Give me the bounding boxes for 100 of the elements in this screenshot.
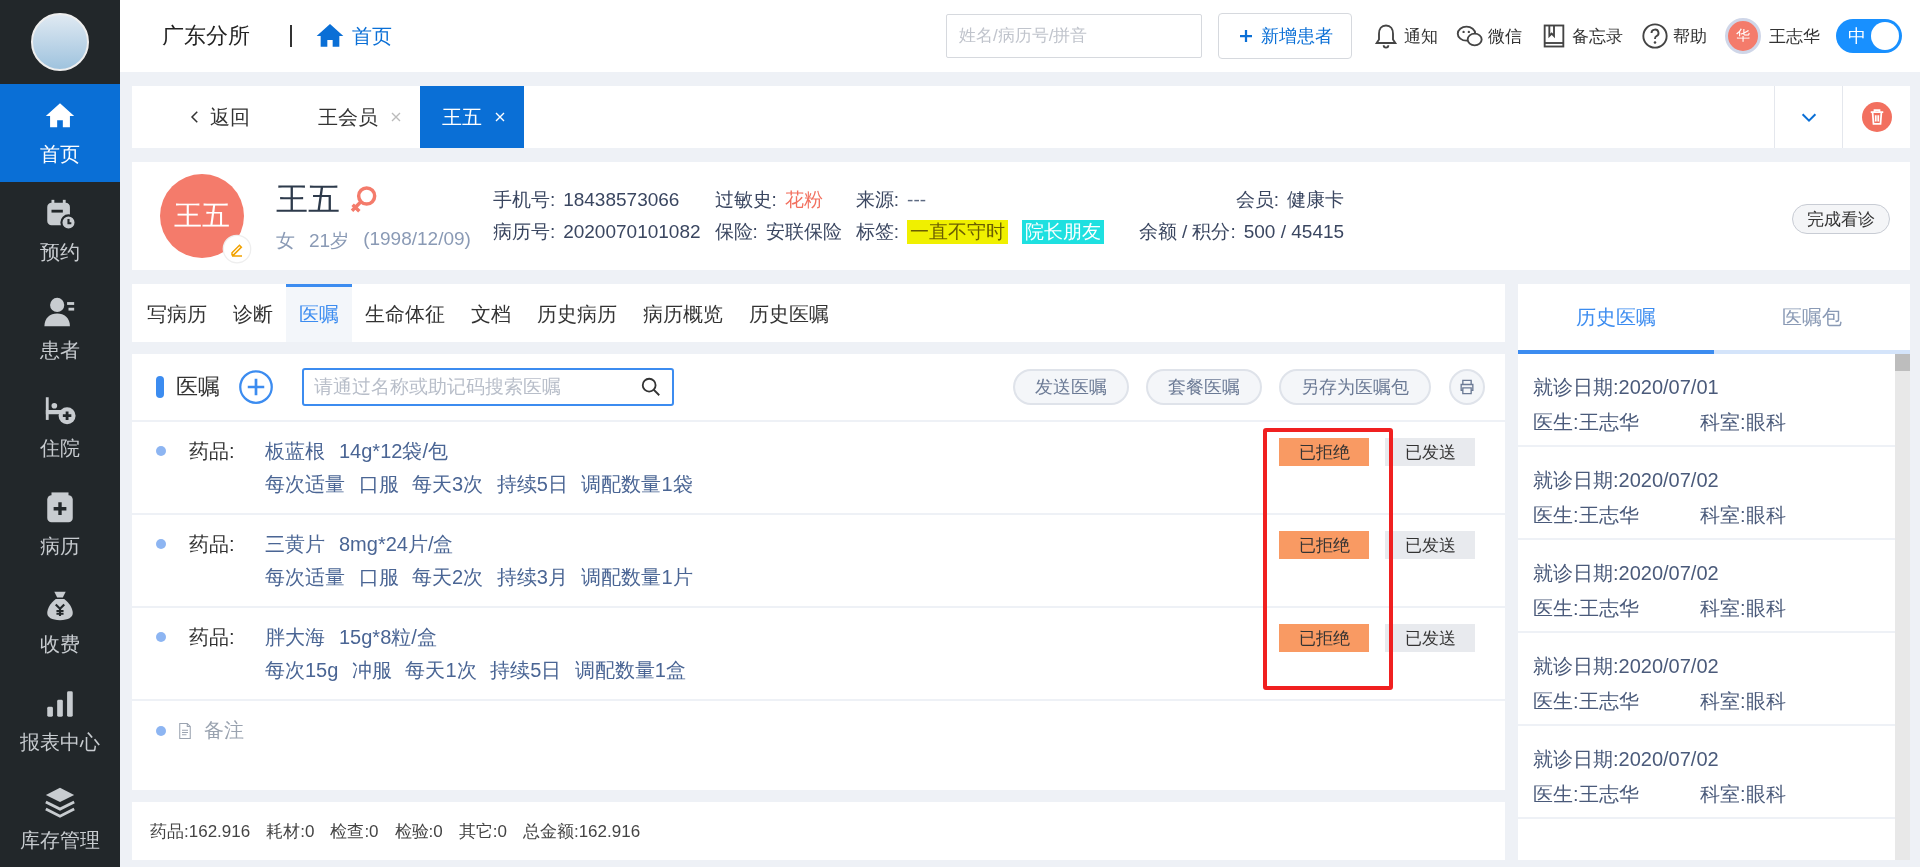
toolbar-button[interactable]: 发送医嘱	[1013, 369, 1129, 405]
field-value: 安联保险	[765, 220, 842, 244]
item-type: 药品:	[189, 625, 236, 650]
visit-date: 就诊日期:2020/07/02	[1533, 468, 1720, 493]
search-icon	[640, 376, 662, 398]
section-marker	[156, 376, 164, 398]
patient-tab[interactable]: 王五	[420, 86, 524, 148]
nav-item[interactable]: 首页	[0, 84, 120, 182]
back-link[interactable]: 返回	[132, 86, 290, 148]
user-name: 王志华	[1769, 25, 1820, 48]
visit-date: 就诊日期:2020/07/02	[1533, 561, 1720, 586]
doctor-name: 医生:王志华	[1533, 596, 1640, 621]
toolbar-button[interactable]: 另存为医嘱包	[1279, 369, 1431, 405]
order-search-field[interactable]: 请通过名称或助记码搜索医嘱	[302, 368, 674, 406]
add-circle-icon	[238, 369, 274, 405]
drug-name: 三黄片	[265, 532, 325, 557]
field-value: ---	[907, 189, 927, 211]
usage-text: 每次15g 冲服 每天1次 持续5日 调配数量1盒	[265, 658, 687, 683]
department-name: 科室:眼科	[1700, 782, 1786, 807]
bullet-dot	[156, 725, 166, 736]
nav-item[interactable]: 预约	[0, 182, 120, 280]
drug-spec: 15g*8粒/盒	[339, 625, 437, 650]
total-text: 总金额:162.916	[522, 820, 641, 843]
record-tab[interactable]: 生命体征	[352, 284, 458, 342]
nav-item[interactable]: 住院	[0, 378, 120, 476]
field-value: 花粉	[784, 188, 823, 212]
help-icon	[1641, 22, 1669, 50]
doctor-name: 医生:王志华	[1533, 782, 1640, 807]
status-badge: 已拒绝	[1279, 438, 1369, 466]
field-label: 病历号:	[492, 220, 556, 244]
patient-name: 王五	[276, 180, 340, 219]
department-name: 科室:眼科	[1700, 689, 1786, 714]
total-text: 检验:0	[394, 820, 443, 843]
item-type: 药品:	[189, 439, 236, 464]
section-title: 医嘱	[176, 373, 220, 401]
department-name: 科室:眼科	[1700, 410, 1786, 435]
toolbar-link[interactable]: 通知	[1372, 22, 1438, 50]
department-name: 科室:眼科	[1700, 503, 1786, 528]
field-value: 500 / 45415	[1243, 221, 1345, 243]
record-tab[interactable]: 病历概览	[630, 284, 736, 342]
total-text: 药品:162.916	[150, 820, 251, 843]
clinic-name: 广东分所	[162, 22, 250, 50]
drug-spec: 8mg*24片/盒	[339, 532, 454, 557]
trash-icon	[1861, 102, 1892, 132]
nav-item[interactable]: 报表中心	[0, 672, 120, 770]
status-badge: 已发送	[1385, 438, 1475, 466]
edit-icon	[222, 234, 252, 264]
toolbar-link[interactable]: 帮助	[1641, 22, 1707, 50]
doctor-name: 医生:王志华	[1533, 410, 1640, 435]
search-field[interactable]: 姓名/病历号/拼音	[946, 14, 1202, 58]
record-tab[interactable]: 文档	[458, 284, 524, 342]
field-label: 过敏史:	[714, 188, 777, 212]
total-text: 其它:0	[458, 820, 507, 843]
user-avatar: 华	[1725, 18, 1761, 54]
field-label: 保险:	[714, 220, 758, 244]
print-button[interactable]	[1449, 369, 1485, 405]
doctor-name: 医生:王志华	[1533, 503, 1640, 528]
drug-name: 板蓝根	[265, 439, 325, 464]
toolbar-link[interactable]: 备忘录	[1540, 22, 1623, 50]
plus-icon	[1237, 27, 1255, 45]
visit-date: 就诊日期:2020/07/01	[1533, 375, 1720, 400]
home-link[interactable]: 首页	[314, 20, 392, 52]
bullet-dot	[156, 539, 166, 549]
doctor-name: 医生:王志华	[1533, 689, 1640, 714]
record-tab[interactable]: 写病历	[134, 284, 220, 342]
drug-spec: 14g*12袋/包	[339, 439, 448, 464]
visit-date: 就诊日期:2020/07/02	[1533, 747, 1720, 772]
scrollbar[interactable]	[1895, 354, 1910, 860]
tag: 院长朋友	[1022, 220, 1105, 244]
toolbar-link[interactable]: 微信	[1456, 22, 1522, 50]
field-label: 来源:	[855, 188, 900, 212]
record-tab[interactable]: 历史病历	[524, 284, 630, 342]
drug-name: 胖大海	[265, 625, 325, 650]
nav-item[interactable]: 患者	[0, 280, 120, 378]
note-label: 备注	[204, 718, 244, 743]
usage-text: 每次适量 口服 每天2次 持续3月 调配数量1片	[265, 565, 694, 590]
record-tab[interactable]: 历史医嘱	[736, 284, 842, 342]
status-badge: 已拒绝	[1279, 624, 1369, 652]
field-label: 会员:	[1235, 188, 1280, 212]
nav-item[interactable]: 库存管理	[0, 770, 120, 867]
status-badge: 已拒绝	[1279, 531, 1369, 559]
total-text: 检查:0	[330, 820, 379, 843]
scrollbar-thumb[interactable]	[1895, 354, 1910, 371]
nav-item[interactable]: 病历	[0, 476, 120, 574]
item-type: 药品:	[189, 532, 236, 557]
nav-item[interactable]: 收费	[0, 574, 120, 672]
bullet-dot	[156, 632, 166, 642]
record-tab[interactable]: 诊断	[220, 284, 286, 342]
document-icon	[176, 721, 194, 740]
tag: 一直不守时	[907, 220, 1009, 244]
status-badge: 已发送	[1385, 624, 1475, 652]
toolbar-button[interactable]: 套餐医嘱	[1146, 369, 1262, 405]
usage-text: 每次适量 口服 每天3次 持续5日 调配数量1袋	[265, 472, 694, 497]
patient-tab[interactable]: 王会员	[290, 86, 420, 148]
field-label: 标签:	[855, 220, 900, 244]
add-patient-button[interactable]: 新增患者	[1218, 13, 1352, 59]
field-value: 健康卡	[1287, 188, 1345, 212]
total-text: 耗材:0	[266, 820, 315, 843]
bullet-dot	[156, 446, 166, 456]
finish-visit-button[interactable]: 完成看诊	[1792, 204, 1890, 234]
